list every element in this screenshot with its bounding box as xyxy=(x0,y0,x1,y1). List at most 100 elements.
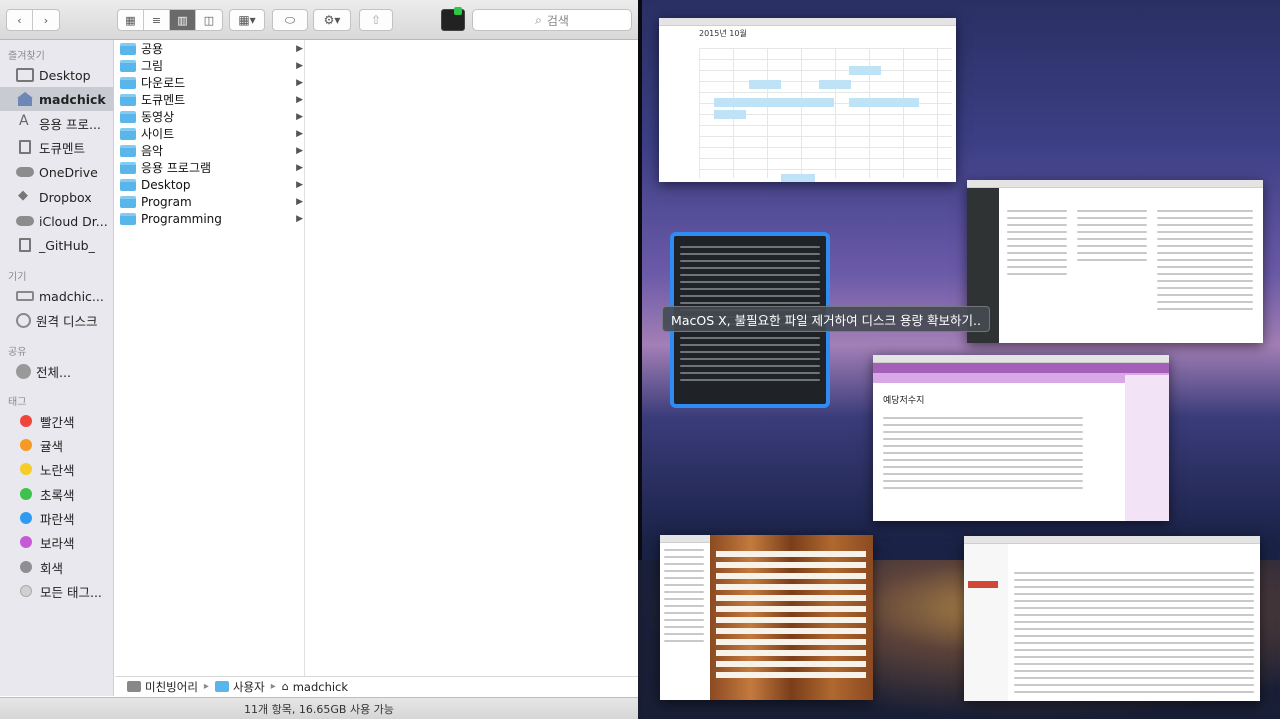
folder-icon xyxy=(120,212,136,225)
list-item[interactable]: 동영상 ▶ xyxy=(115,108,305,125)
all-tags-dot xyxy=(20,585,32,597)
status-text: 11개 항목, 16.65GB 사용 가능 xyxy=(244,702,394,716)
calendar-event xyxy=(849,98,919,107)
folder-icon xyxy=(120,76,136,89)
window-thumbnail-gmail[interactable] xyxy=(964,536,1260,701)
sidebar-tag-green[interactable]: 초록색 xyxy=(0,482,113,506)
applications-icon xyxy=(16,113,34,130)
sidebar-item-all-shared[interactable]: 전체... xyxy=(0,359,113,383)
yellow-tag-dot xyxy=(20,463,32,475)
list-item[interactable]: Programming ▶ xyxy=(115,210,305,227)
sidebar-item-icloud-drive[interactable]: iCloud Dr... xyxy=(0,209,113,233)
sidebar-item-madchick[interactable]: madchick xyxy=(0,87,113,111)
sidebar-tag-blue[interactable]: 파란색 xyxy=(0,506,113,530)
sidebar-item-macbook[interactable]: madchic... xyxy=(0,284,113,308)
folder-icon xyxy=(120,42,136,55)
calendar-event xyxy=(714,110,746,119)
terminal-app-icon[interactable] xyxy=(441,7,465,31)
sidebar-item-applications[interactable]: 응용 프로... xyxy=(0,111,113,135)
favorites-header: 즐겨찾기 xyxy=(8,51,45,62)
documents-icon xyxy=(19,140,31,154)
tag-button[interactable]: ⬭ xyxy=(272,9,308,31)
list-view-button[interactable]: ≡ xyxy=(144,10,170,30)
red-tag-dot xyxy=(20,415,32,427)
disclosure-arrow-icon: ▶ xyxy=(296,213,303,224)
finder-column-home: 공용 ▶ 그림 ▶ 다운로드 ▶ 도큐멘트 ▶ 동영상 ▶ 사이트 ▶ 음악 ▶ 응용 프로 xyxy=(115,40,305,676)
home-icon xyxy=(16,92,34,106)
disclosure-arrow-icon: ▶ xyxy=(296,162,303,173)
shared-header: 공유 xyxy=(8,347,27,358)
folder-icon xyxy=(120,178,136,191)
list-item[interactable]: 응용 프로그램 ▶ xyxy=(115,159,305,176)
sidebar-item-documents[interactable]: 도큐멘트 xyxy=(0,135,113,159)
compose-button xyxy=(968,581,998,588)
action-gear-button[interactable]: ⚙▾ xyxy=(313,9,351,31)
dropbox-icon xyxy=(16,188,34,204)
folder-icon xyxy=(120,59,136,72)
list-item[interactable]: 도큐멘트 ▶ xyxy=(115,91,305,108)
purple-tag-dot xyxy=(20,536,32,548)
back-button[interactable]: ‹ xyxy=(7,10,33,30)
column-view-button[interactable]: ▥ xyxy=(170,10,196,30)
calendar-event xyxy=(819,80,851,89)
folder-icon xyxy=(120,195,136,208)
list-item[interactable]: 음악 ▶ xyxy=(115,142,305,159)
sidebar-tag-gray[interactable]: 회색 xyxy=(0,555,113,579)
list-item[interactable]: 공용 ▶ xyxy=(115,40,305,57)
sidebar-tag-all[interactable]: 모든 태그... xyxy=(0,579,113,603)
search-field[interactable]: ⌕ 검색 xyxy=(472,9,632,31)
path-item-home[interactable]: madchick xyxy=(293,680,348,694)
cloud-icon xyxy=(16,216,34,226)
finder-column-empty xyxy=(306,40,638,676)
nav-buttons: ‹ › xyxy=(6,9,60,31)
tags-header: 태그 xyxy=(8,397,27,408)
list-item[interactable]: Program ▶ xyxy=(115,193,305,210)
home-icon: ⌂ xyxy=(281,680,289,693)
disclosure-arrow-icon: ▶ xyxy=(296,179,303,190)
sidebar-item-desktop[interactable]: Desktop xyxy=(0,63,113,87)
folder-icon xyxy=(120,161,136,174)
sidebar-item-dropbox[interactable]: Dropbox xyxy=(0,185,113,209)
green-tag-dot xyxy=(20,488,32,500)
disclosure-arrow-icon: ▶ xyxy=(296,77,303,88)
arrange-button[interactable]: ▦▾ xyxy=(229,9,265,31)
sidebar-item-remote-disc[interactable]: 원격 디스크 xyxy=(0,308,113,332)
list-item[interactable]: 사이트 ▶ xyxy=(115,125,305,142)
sidebar-item-onedrive[interactable]: OneDrive xyxy=(0,160,113,184)
search-placeholder: 검색 xyxy=(546,13,569,28)
path-item-disk[interactable]: 미친빙어리 xyxy=(145,679,198,695)
calendar-event xyxy=(714,98,834,107)
share-button[interactable]: ⇧ xyxy=(359,9,393,31)
cover-flow-view-button[interactable]: ◫ xyxy=(196,10,222,30)
list-item[interactable]: 다운로드 ▶ xyxy=(115,74,305,91)
laptop-icon xyxy=(16,291,34,301)
sidebar-tag-red[interactable]: 빨간색 xyxy=(0,409,113,433)
folder-icon xyxy=(120,144,136,157)
disclosure-arrow-icon: ▶ xyxy=(296,111,303,122)
path-bar: 미친빙어리 ▸ 사용자 ▸ ⌂ madchick xyxy=(115,676,638,696)
status-bar: 11개 항목, 16.65GB 사용 가능 xyxy=(0,697,638,719)
sidebar-tag-yellow[interactable]: 노란색 xyxy=(0,457,113,481)
magnifier-icon: ⌕ xyxy=(535,12,542,27)
list-item[interactable]: Desktop ▶ xyxy=(115,176,305,193)
list-item[interactable]: 그림 ▶ xyxy=(115,57,305,74)
path-item-users[interactable]: 사용자 xyxy=(233,679,265,695)
window-thumbnail-notes[interactable] xyxy=(967,180,1263,343)
cloud-icon xyxy=(16,167,34,177)
folder-icon xyxy=(214,681,229,692)
icon-view-button[interactable]: ▦ xyxy=(118,10,144,30)
calendar-event xyxy=(781,174,815,182)
window-thumbnail-calendar[interactable]: 2015년 10월 xyxy=(659,18,956,182)
calendar-event xyxy=(749,80,781,89)
sidebar-tag-orange[interactable]: 귤색 xyxy=(0,433,113,457)
sidebar-tag-purple[interactable]: 보라색 xyxy=(0,530,113,554)
finder-toolbar: ‹ › ▦ ≡ ▥ ◫ ▦▾ ⬭ ⚙▾ ⇧ ⌕ 검색 xyxy=(0,0,638,40)
window-thumbnail-onenote[interactable]: 예당저수지 xyxy=(873,355,1169,521)
folder-icon xyxy=(120,127,136,140)
view-mode-selector: ▦ ≡ ▥ ◫ xyxy=(117,9,223,31)
window-thumbnail-todo[interactable] xyxy=(660,535,873,700)
sidebar-item-github[interactable]: _GitHub_ xyxy=(0,233,113,257)
disc-icon xyxy=(16,312,31,328)
disclosure-arrow-icon: ▶ xyxy=(296,145,303,156)
forward-button[interactable]: › xyxy=(33,10,59,30)
